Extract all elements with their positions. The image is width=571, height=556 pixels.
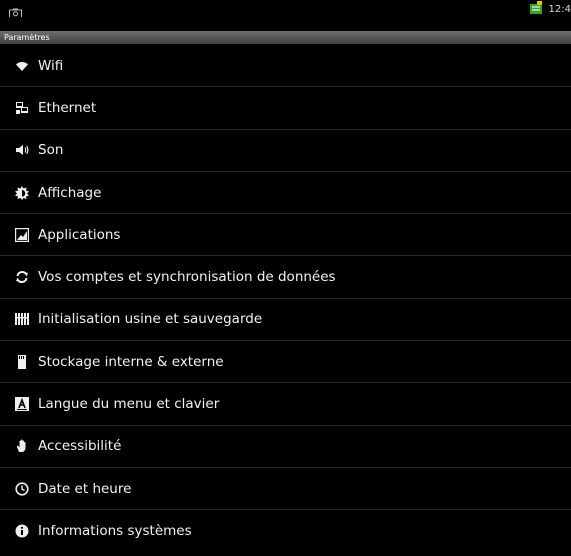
sd-card-icon <box>15 354 29 369</box>
brightness-icon <box>15 185 29 200</box>
language-icon <box>15 397 29 412</box>
settings-item-sound[interactable]: Son <box>0 130 571 172</box>
settings-item-label: Applications <box>38 226 121 243</box>
settings-item-label: Vos comptes et synchronisation de donnée… <box>38 269 336 286</box>
factory-reset-icon <box>15 312 29 326</box>
settings-item-label: Date et heure <box>38 480 132 497</box>
download-notification-icon[interactable] <box>529 0 543 17</box>
speaker-icon <box>15 143 29 157</box>
settings-item-wifi[interactable]: Wifi <box>0 45 571 88</box>
settings-item-date-time[interactable]: Date et heure <box>0 468 571 511</box>
settings-item-label: Son <box>38 142 64 159</box>
settings-item-accessibility[interactable]: Accessibilité <box>0 426 571 468</box>
camera-icon <box>9 3 22 17</box>
settings-item-label: Affichage <box>38 184 102 201</box>
settings-item-label: Stockage interne & externe <box>38 353 224 370</box>
settings-item-applications[interactable]: Applications <box>0 214 571 257</box>
settings-item-label: Accessibilité <box>38 438 122 455</box>
ethernet-icon <box>15 101 29 115</box>
hand-icon <box>15 439 29 453</box>
settings-item-storage[interactable]: Stockage interne & externe <box>0 341 571 384</box>
title-bar: Paramètres <box>0 31 571 44</box>
settings-item-label: Wifi <box>38 57 64 74</box>
settings-item-display[interactable]: Affichage <box>0 172 571 215</box>
wifi-icon <box>15 59 29 73</box>
status-clock: 12:4 <box>548 3 571 15</box>
settings-item-label: Ethernet <box>38 99 97 116</box>
clock-icon <box>15 482 29 496</box>
info-icon <box>15 524 29 538</box>
settings-item-label: Initialisation usine et sauvegarde <box>38 311 263 328</box>
settings-item-system-info[interactable]: Informations systèmes <box>0 510 571 552</box>
settings-list: Wifi Ethernet Son Affichage Applications… <box>0 45 571 553</box>
settings-item-ethernet[interactable]: Ethernet <box>0 87 571 130</box>
applications-icon <box>15 227 29 242</box>
settings-item-accounts-sync[interactable]: Vos comptes et synchronisation de donnée… <box>0 256 571 299</box>
sync-icon <box>15 270 29 284</box>
settings-item-factory-reset[interactable]: Initialisation usine et sauvegarde <box>0 299 571 342</box>
status-bar: 12:4 <box>0 0 571 17</box>
page-title: Paramètres <box>4 33 50 42</box>
settings-item-label: Langue du menu et clavier <box>38 396 220 413</box>
settings-item-label: Informations systèmes <box>38 523 192 540</box>
settings-item-language-keyboard[interactable]: Langue du menu et clavier <box>0 383 571 426</box>
